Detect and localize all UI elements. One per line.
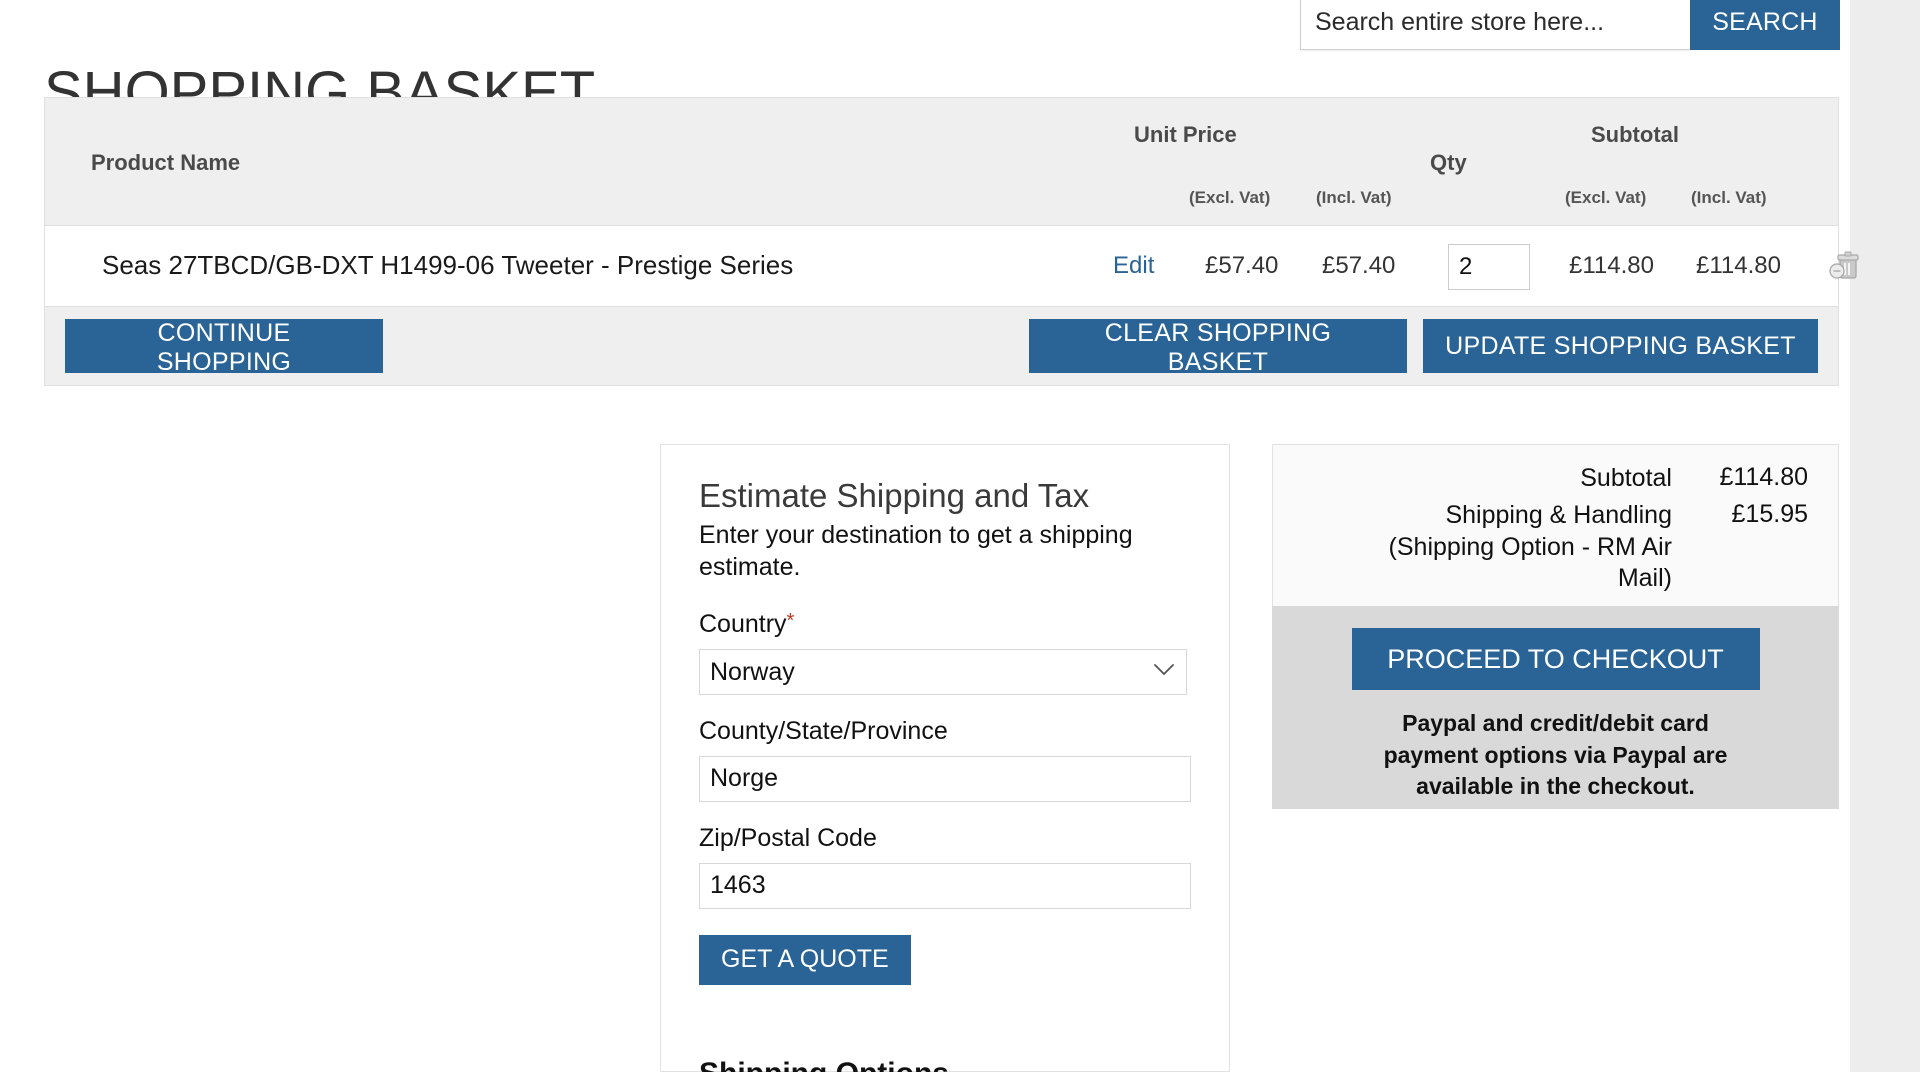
basket-actions: CONTINUE SHOPPING CLEAR SHOPPING BASKET … — [45, 307, 1838, 385]
column-subheader-subtotal-excl-vat: (Excl. Vat) — [1565, 188, 1646, 208]
column-header-unit-price: Unit Price — [1134, 122, 1237, 148]
country-select[interactable]: Norway — [699, 649, 1187, 695]
state-input[interactable] — [699, 756, 1191, 802]
shipping-options-title: Shipping Options — [699, 1057, 949, 1072]
continue-shopping-button[interactable]: CONTINUE SHOPPING — [65, 319, 383, 373]
unit-price-incl-vat: £57.40 — [1322, 252, 1395, 280]
paypal-note: Paypal and credit/debit card payment opt… — [1380, 708, 1732, 803]
country-select-wrap: Norway — [699, 649, 1191, 695]
subtotal-incl-vat: £114.80 — [1696, 252, 1781, 280]
get-quote-button[interactable]: GET A QUOTE — [699, 935, 911, 985]
quantity-input[interactable] — [1448, 244, 1530, 290]
column-subheader-unit-incl-vat: (Incl. Vat) — [1316, 188, 1392, 208]
product-name: Seas 27TBCD/GB-DXT H1499-06 Tweeter - Pr… — [102, 250, 793, 281]
estimate-title: Estimate Shipping and Tax — [699, 477, 1191, 515]
column-subheader-subtotal-incl-vat: (Incl. Vat) — [1691, 188, 1767, 208]
shipping-value: £15.95 — [1700, 500, 1808, 529]
vertical-scrollbar[interactable] — [1896, 0, 1920, 1072]
zip-input[interactable] — [699, 863, 1191, 909]
trash-icon[interactable] — [1827, 250, 1861, 284]
estimate-shipping-panel: Estimate Shipping and Tax Enter your des… — [660, 444, 1230, 1072]
clear-basket-button[interactable]: CLEAR SHOPPING BASKET — [1029, 319, 1407, 373]
site-search: SEARCH — [1300, 0, 1840, 50]
basket-table: Product Name Unit Price Qty Subtotal (Ex… — [44, 97, 1839, 386]
search-input[interactable] — [1300, 0, 1690, 50]
shipping-label: Shipping & Handling (Shipping Option - R… — [1340, 500, 1700, 594]
column-header-product-name: Product Name — [91, 150, 240, 176]
estimate-description: Enter your destination to get a shipping… — [699, 519, 1169, 584]
summary-row-subtotal: Subtotal £114.80 — [1303, 463, 1808, 494]
checkout-panel: PROCEED TO CHECKOUT Paypal and credit/de… — [1272, 606, 1839, 809]
table-row: Seas 27TBCD/GB-DXT H1499-06 Tweeter - Pr… — [45, 226, 1838, 307]
state-label: County/State/Province — [699, 717, 1191, 746]
basket-table-header: Product Name Unit Price Qty Subtotal (Ex… — [45, 98, 1838, 226]
shopping-basket-page: SEARCH SHOPPING BASKET Product Name Unit… — [0, 0, 1920, 1072]
zip-label: Zip/Postal Code — [699, 824, 1191, 853]
column-header-qty: Qty — [1430, 150, 1467, 176]
subtotal-value: £114.80 — [1700, 463, 1808, 492]
edit-item-link[interactable]: Edit — [1113, 252, 1154, 280]
subtotal-label: Subtotal — [1580, 463, 1700, 494]
column-header-subtotal: Subtotal — [1591, 122, 1679, 148]
required-marker: * — [787, 610, 795, 632]
country-label-text: Country — [699, 610, 787, 638]
page-gutter — [1850, 0, 1920, 1072]
update-basket-button[interactable]: UPDATE SHOPPING BASKET — [1423, 319, 1818, 373]
proceed-to-checkout-button[interactable]: PROCEED TO CHECKOUT — [1352, 628, 1760, 690]
country-label: Country* — [699, 610, 1191, 639]
summary-row-shipping: Shipping & Handling (Shipping Option - R… — [1303, 500, 1808, 594]
unit-price-excl-vat: £57.40 — [1205, 252, 1278, 280]
subtotal-excl-vat: £114.80 — [1569, 252, 1654, 280]
column-subheader-unit-excl-vat: (Excl. Vat) — [1189, 188, 1270, 208]
search-button[interactable]: SEARCH — [1690, 0, 1840, 50]
